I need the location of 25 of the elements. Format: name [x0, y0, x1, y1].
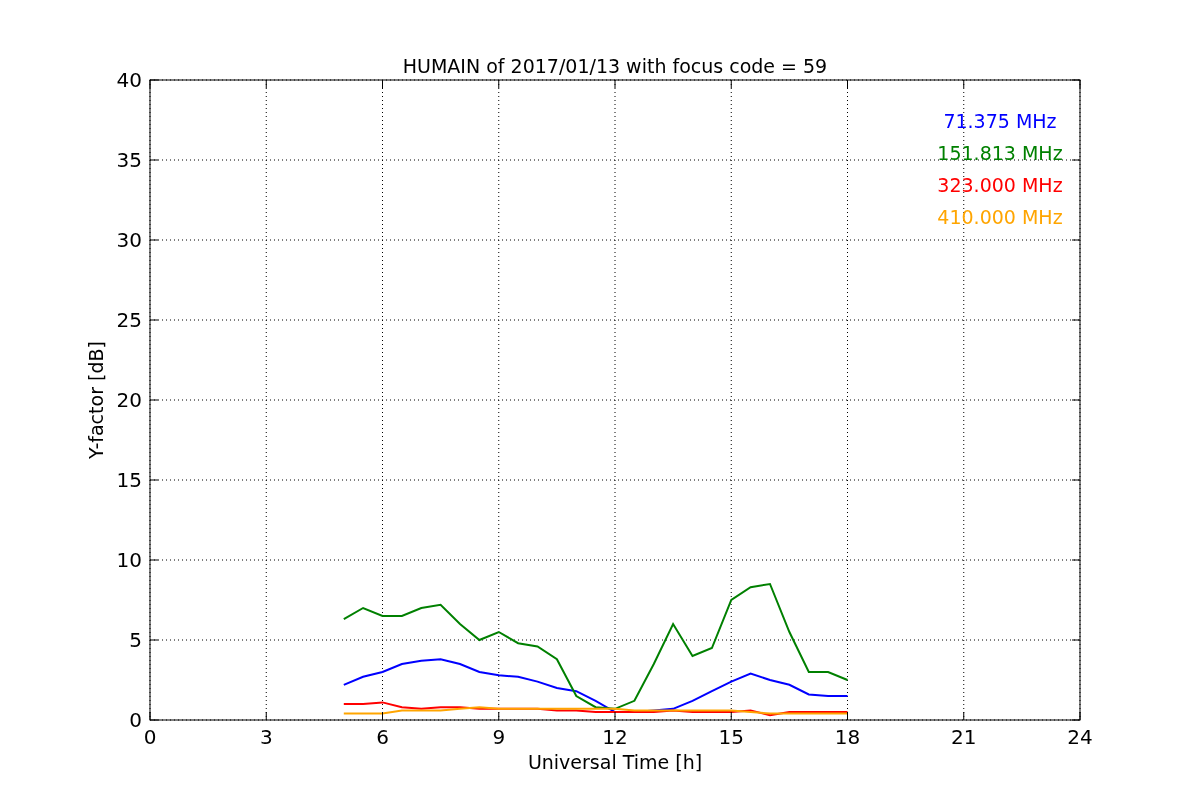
x-tick-label: 3 — [259, 725, 273, 749]
legend-label: 71.375 MHz — [943, 110, 1057, 132]
y-tick-label: 35 — [116, 148, 142, 172]
x-tick-label: 9 — [492, 725, 506, 749]
x-tick-label: 15 — [718, 725, 744, 749]
y-tick-label: 5 — [129, 628, 142, 652]
x-tick-label: 18 — [834, 725, 861, 749]
legend-label: 323.000 MHz — [937, 174, 1063, 196]
chart-title: HUMAIN of 2017/01/13 with focus code = 59 — [402, 55, 828, 77]
x-tick-label: 21 — [951, 725, 977, 749]
y-tick-label: 15 — [116, 468, 142, 492]
legend-label: 410.000 MHz — [937, 206, 1063, 228]
y-tick-label: 40 — [116, 68, 142, 92]
x-tick-label: 12 — [602, 725, 628, 749]
y-axis-label: Y-factor [dB] — [85, 341, 107, 459]
y-tick-label: 30 — [116, 228, 142, 252]
x-tick-label: 6 — [376, 725, 389, 749]
y-tick-label: 25 — [116, 308, 142, 332]
legend-label: 151.813 MHz — [937, 142, 1063, 164]
x-tick-label: 24 — [1067, 725, 1093, 749]
y-tick-label: 0 — [129, 708, 142, 732]
y-tick-label: 20 — [116, 388, 142, 412]
x-tick-label: 0 — [143, 725, 157, 749]
y-tick-label: 10 — [116, 548, 142, 572]
x-axis-label: Universal Time [h] — [527, 751, 703, 773]
